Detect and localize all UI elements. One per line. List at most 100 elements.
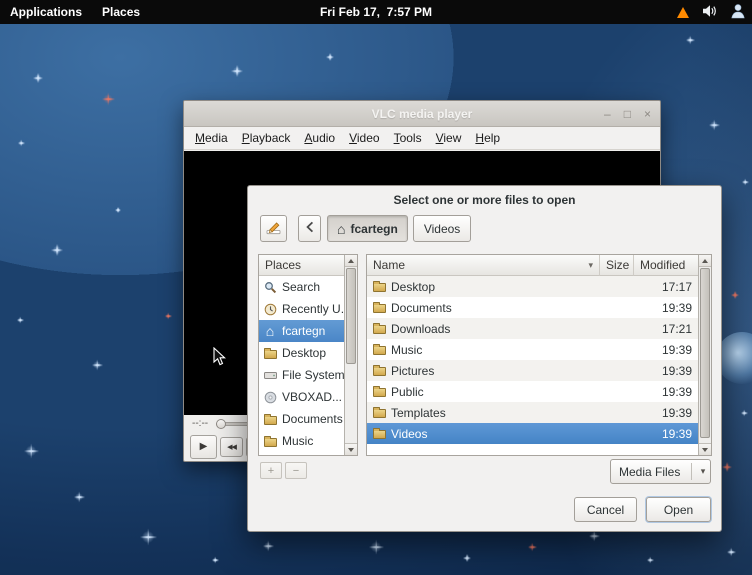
star <box>326 53 334 61</box>
star <box>727 548 736 557</box>
clock[interactable]: Fri Feb 17, 7:57 PM <box>320 0 432 24</box>
file-name: Music <box>391 343 422 357</box>
place-label: Desktop <box>282 346 326 360</box>
search-icon <box>263 281 277 294</box>
folder-icon <box>373 346 386 355</box>
seek-handle[interactable] <box>216 419 226 429</box>
place-search[interactable]: Search <box>259 276 344 298</box>
maximize-button[interactable]: □ <box>624 101 631 127</box>
scroll-up-icon[interactable] <box>345 255 357 267</box>
place-documents[interactable]: Documents <box>259 408 344 430</box>
scrollbar-thumb[interactable] <box>346 268 356 364</box>
vlc-titlebar[interactable]: VLC media player – □ × <box>184 101 660 127</box>
file-size <box>600 339 634 360</box>
user-menu-icon[interactable] <box>730 3 746 22</box>
scroll-up-icon[interactable] <box>699 255 711 267</box>
menu-view[interactable]: View <box>429 129 469 147</box>
file-row-desktop[interactable]: Desktop 17:17 <box>367 276 698 297</box>
menu-audio[interactable]: Audio <box>297 129 342 147</box>
top-panel: Applications Places Fri Feb 17, 7:57 PM <box>0 0 752 24</box>
chevron-left-icon <box>305 221 315 236</box>
star <box>165 313 172 320</box>
column-header-name[interactable]: Name ▾ <box>367 255 600 276</box>
place-music[interactable]: Music <box>259 430 344 452</box>
file-name: Templates <box>391 406 446 420</box>
file-row-documents[interactable]: Documents 19:39 <box>367 297 698 318</box>
breadcrumb-home[interactable]: ⌂ fcartegn <box>327 215 408 242</box>
file-row-videos[interactable]: Videos 19:39 <box>367 423 698 444</box>
disc-icon <box>263 391 277 404</box>
place-file-system[interactable]: File System <box>259 364 344 386</box>
scrollbar-trough[interactable] <box>699 267 711 443</box>
file-row-public[interactable]: Public 19:39 <box>367 381 698 402</box>
file-row-music[interactable]: Music 19:39 <box>367 339 698 360</box>
star <box>140 529 157 546</box>
file-row-downloads[interactable]: Downloads 17:21 <box>367 318 698 339</box>
file-modified: 19:39 <box>634 297 698 318</box>
star <box>24 444 39 459</box>
place-label: Documents <box>282 412 343 426</box>
file-size <box>600 423 634 444</box>
chevron-down-icon: ▾ <box>696 466 710 477</box>
add-bookmark-button[interactable]: + <box>260 462 282 479</box>
column-header-size[interactable]: Size <box>600 255 634 276</box>
places-scrollbar[interactable] <box>344 255 357 455</box>
vlc-tray-icon[interactable] <box>677 7 689 18</box>
folder-icon <box>263 436 277 447</box>
file-list-scrollbar[interactable] <box>698 255 711 455</box>
file-size <box>600 381 634 402</box>
star <box>709 120 720 131</box>
place-home[interactable]: ⌂ fcartegn <box>259 320 344 342</box>
pencil-icon <box>266 220 281 238</box>
menu-help[interactable]: Help <box>468 129 507 147</box>
menu-tools[interactable]: Tools <box>387 129 429 147</box>
scrollbar-trough[interactable] <box>345 267 357 443</box>
file-name: Desktop <box>391 280 435 294</box>
places-menu[interactable]: Places <box>92 0 150 24</box>
remove-bookmark-button[interactable]: − <box>285 462 307 479</box>
place-recently-used[interactable]: Recently U... <box>259 298 344 320</box>
places-header[interactable]: Places <box>259 255 344 276</box>
star <box>369 540 384 555</box>
file-type-filter[interactable]: Media Files ▾ <box>610 459 711 484</box>
column-header-modified[interactable]: Modified <box>634 255 698 276</box>
vlc-menubar: Media Playback Audio Video Tools View He… <box>184 127 660 150</box>
file-row-pictures[interactable]: Pictures 19:39 <box>367 360 698 381</box>
cancel-button[interactable]: Cancel <box>574 497 637 522</box>
star <box>17 317 24 324</box>
star <box>731 291 739 299</box>
close-button[interactable]: × <box>644 101 651 127</box>
menu-media[interactable]: Media <box>188 129 235 147</box>
back-button[interactable] <box>298 215 321 242</box>
file-name: Pictures <box>391 364 434 378</box>
window-controls: – □ × <box>604 101 651 127</box>
star <box>686 36 695 45</box>
mouse-cursor <box>213 347 226 372</box>
menu-playback[interactable]: Playback <box>235 129 298 147</box>
file-row-templates[interactable]: Templates 19:39 <box>367 402 698 423</box>
breadcrumb-videos[interactable]: Videos <box>413 215 471 242</box>
place-desktop[interactable]: Desktop <box>259 342 344 364</box>
menu-video[interactable]: Video <box>342 129 386 147</box>
star <box>74 492 85 503</box>
file-modified: 19:39 <box>634 423 698 444</box>
sort-indicator-icon: ▾ <box>588 260 593 271</box>
scroll-down-icon[interactable] <box>345 443 357 455</box>
play-button[interactable]: ▶ <box>190 435 217 459</box>
star <box>18 140 25 147</box>
file-size <box>600 318 634 339</box>
minimize-button[interactable]: – <box>604 101 611 127</box>
applications-menu[interactable]: Applications <box>0 0 92 24</box>
file-name: Public <box>391 385 424 399</box>
previous-button[interactable]: ◀◀ <box>220 437 243 457</box>
scroll-down-icon[interactable] <box>699 443 711 455</box>
open-button[interactable]: Open <box>646 497 711 522</box>
type-location-button[interactable] <box>260 215 287 242</box>
volume-icon[interactable] <box>702 4 717 21</box>
dialog-title: Select one or more files to open <box>248 186 721 207</box>
home-icon: ⌂ <box>337 223 345 235</box>
star <box>463 554 471 562</box>
place-vboxadditions[interactable]: VBOXAD... <box>259 386 344 408</box>
file-list-header: Name ▾ Size Modified <box>367 255 698 276</box>
scrollbar-thumb[interactable] <box>700 268 710 438</box>
